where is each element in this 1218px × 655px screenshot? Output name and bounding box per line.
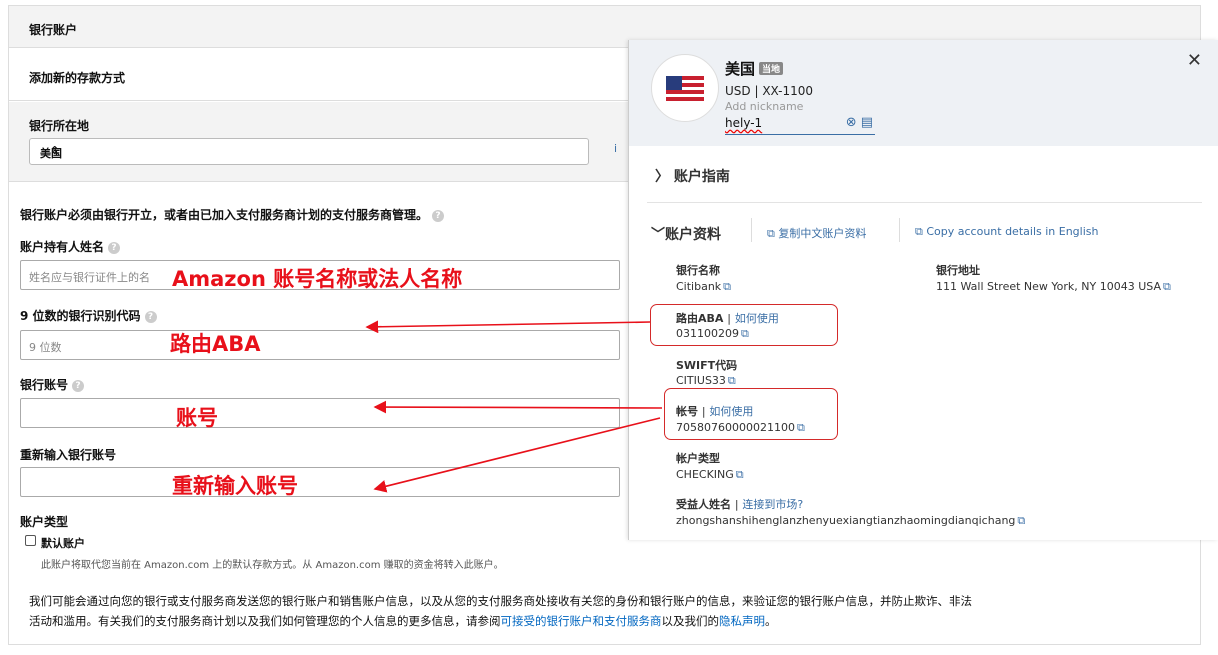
annotation-arrows	[365, 320, 663, 493]
arrow-routing	[365, 320, 651, 334]
arrow-account	[373, 400, 663, 414]
arrow-reenter	[373, 417, 661, 493]
